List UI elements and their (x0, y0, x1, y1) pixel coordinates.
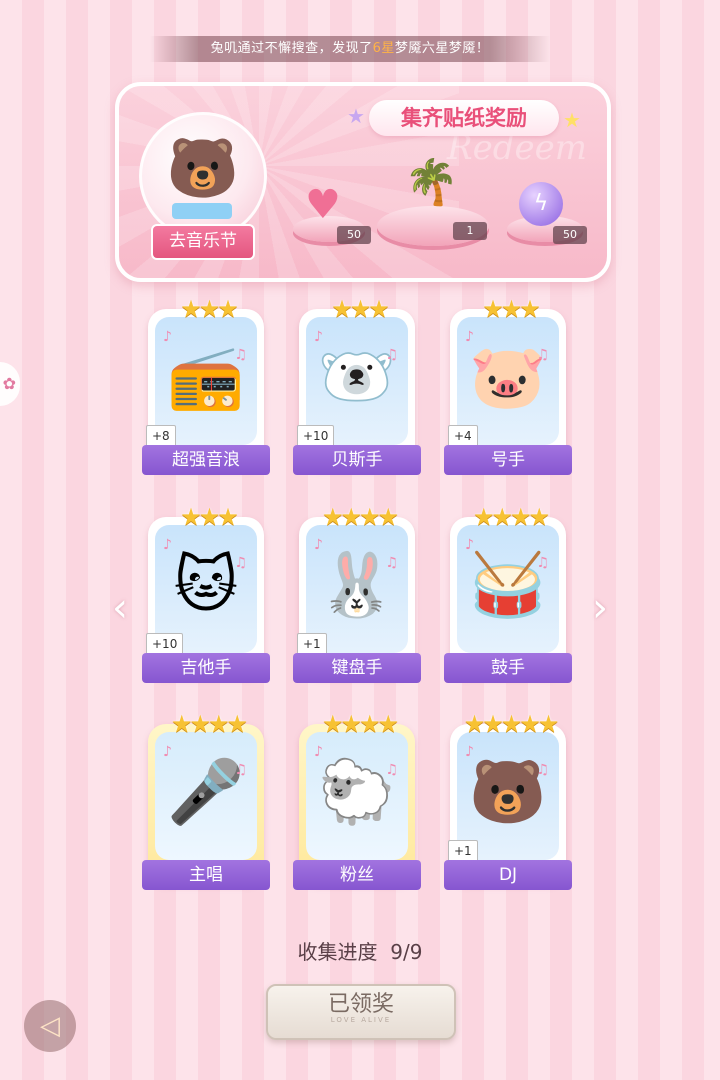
discovery-ticker: 兔叽通过不懈搜查，发现了6星梦魇六星梦魇！ (150, 36, 550, 62)
sticker-card[interactable]: 🐱 ♪ ♫ ★★★ +10 吉他手 (142, 503, 270, 683)
pink-heart-gem-icon[interactable]: ♥ (305, 182, 341, 228)
reward-qty: 50 (553, 226, 587, 244)
card-bonus-count: +10 (146, 633, 184, 655)
bear-dj-orb: 🐻 (139, 112, 267, 240)
card-name: 超强音浪 (142, 445, 270, 475)
card-name: 贝斯手 (293, 445, 421, 475)
card-art: 🥁 ♪ ♫ (457, 525, 559, 653)
palm-island-icon[interactable]: 🌴 (404, 156, 459, 208)
claimed-sub-label: LOVE ALIVE (330, 1016, 392, 1024)
star-decoration-icon: ★ (563, 108, 581, 132)
card-name: 号手 (444, 445, 572, 475)
music-note-icon: ♪ (163, 329, 172, 345)
sticker-card[interactable]: 🥁 ♪ ♫ ★★★★ 鼓手 (444, 503, 572, 683)
music-note-icon: ♫ (234, 762, 247, 778)
sticker-card[interactable]: 🐻 ♪ ♫ ★★★★★ +1 DJ (444, 710, 572, 890)
music-note-icon: ♪ (465, 537, 474, 553)
sticker-card[interactable]: 🐷 ♪ ♫ ★★★ +4 号手 (444, 295, 572, 475)
card-name: 粉丝 (293, 860, 421, 890)
card-stars: ★★★ (180, 503, 239, 531)
bear-dj-icon: 🐻 (166, 134, 240, 202)
sticker-card[interactable]: 🐰 ♪ ♫ ★★★★ +1 键盘手 (293, 503, 421, 683)
card-bonus-count: +4 (448, 425, 478, 447)
turntable-icon (172, 203, 232, 219)
music-note-icon: ♪ (314, 537, 323, 553)
card-stars: ★★★★ (170, 710, 248, 738)
music-note-icon: ♫ (385, 762, 398, 778)
ticker-prefix: 兔叽通过不懈搜查，发现了 (210, 41, 373, 56)
music-note-icon: ♪ (465, 329, 474, 345)
card-name: DJ (444, 860, 572, 890)
collection-progress: 收集进度 9/9 (0, 936, 720, 965)
music-note-icon: ♫ (536, 555, 549, 571)
banner-title: 集齐贴纸奖励 (369, 100, 559, 136)
card-name: 鼓手 (444, 653, 572, 683)
card-art: 🎤 ♪ ♫ (155, 732, 257, 860)
card-stars: ★★★ (331, 295, 390, 323)
next-page-arrow[interactable]: › (592, 585, 608, 631)
side-drawer-tab[interactable]: ✿ (0, 362, 20, 406)
card-stars: ★★★ (482, 295, 541, 323)
card-bonus-count: +1 (297, 633, 327, 655)
card-stars: ★★★★★ (463, 710, 560, 738)
card-name: 主唱 (142, 860, 270, 890)
music-note-icon: ♫ (385, 347, 398, 363)
card-name: 键盘手 (293, 653, 421, 683)
sticker-card[interactable]: 📻 ♪ ♫ ★★★ +8 超强音浪 (142, 295, 270, 475)
ticker-highlight: 6星 (372, 41, 395, 56)
card-stars: ★★★★ (472, 503, 550, 531)
reward-qty: 50 (337, 226, 371, 244)
claimed-reward-button[interactable]: 已领奖 LOVE ALIVE (266, 984, 456, 1040)
card-bonus-count: +8 (146, 425, 176, 447)
music-note-icon: ♫ (536, 762, 549, 778)
music-note-icon: ♪ (163, 537, 172, 553)
card-name: 吉他手 (142, 653, 270, 683)
go-music-festival-button[interactable]: 去音乐节 (151, 224, 255, 260)
back-icon[interactable]: ◁ (24, 1000, 76, 1052)
card-bonus-count: +1 (448, 840, 478, 862)
sticker-reward-banner: Redeem 集齐贴纸奖励 ★ ★ 🐻 去音乐节 ♥ 50 🌴 1 ϟ 50 (115, 82, 611, 282)
sticker-card[interactable]: 🎤 ♪ ♫ ★★★★ 主唱 (142, 710, 270, 890)
sticker-card[interactable]: 🐑 ♪ ♫ ★★★★ 粉丝 (293, 710, 421, 890)
progress-value: 9/9 (390, 940, 423, 964)
purple-orb-icon[interactable]: ϟ (519, 182, 563, 226)
music-note-icon: ♪ (163, 744, 172, 760)
music-note-icon: ♪ (314, 329, 323, 345)
card-art: 🐑 ♪ ♫ (306, 732, 408, 860)
prev-page-arrow[interactable]: ‹ (112, 585, 128, 631)
star-decoration-icon: ★ (347, 104, 365, 128)
card-stars: ★★★★ (321, 503, 399, 531)
card-bonus-count: +10 (297, 425, 335, 447)
music-note-icon: ♫ (536, 347, 549, 363)
progress-label: 收集进度 (297, 940, 378, 964)
music-note-icon: ♪ (465, 744, 474, 760)
music-note-icon: ♫ (234, 555, 247, 571)
card-stars: ★★★★ (321, 710, 399, 738)
music-note-icon: ♫ (385, 555, 398, 571)
sticker-card[interactable]: 🐻‍❄️ ♪ ♫ ★★★ +10 贝斯手 (293, 295, 421, 475)
reward-qty: 1 (453, 222, 487, 240)
ticker-suffix: 梦魇六星梦魇！ (394, 41, 490, 56)
card-stars: ★★★ (180, 295, 239, 323)
music-note-icon: ♫ (234, 347, 247, 363)
music-note-icon: ♪ (314, 744, 323, 760)
